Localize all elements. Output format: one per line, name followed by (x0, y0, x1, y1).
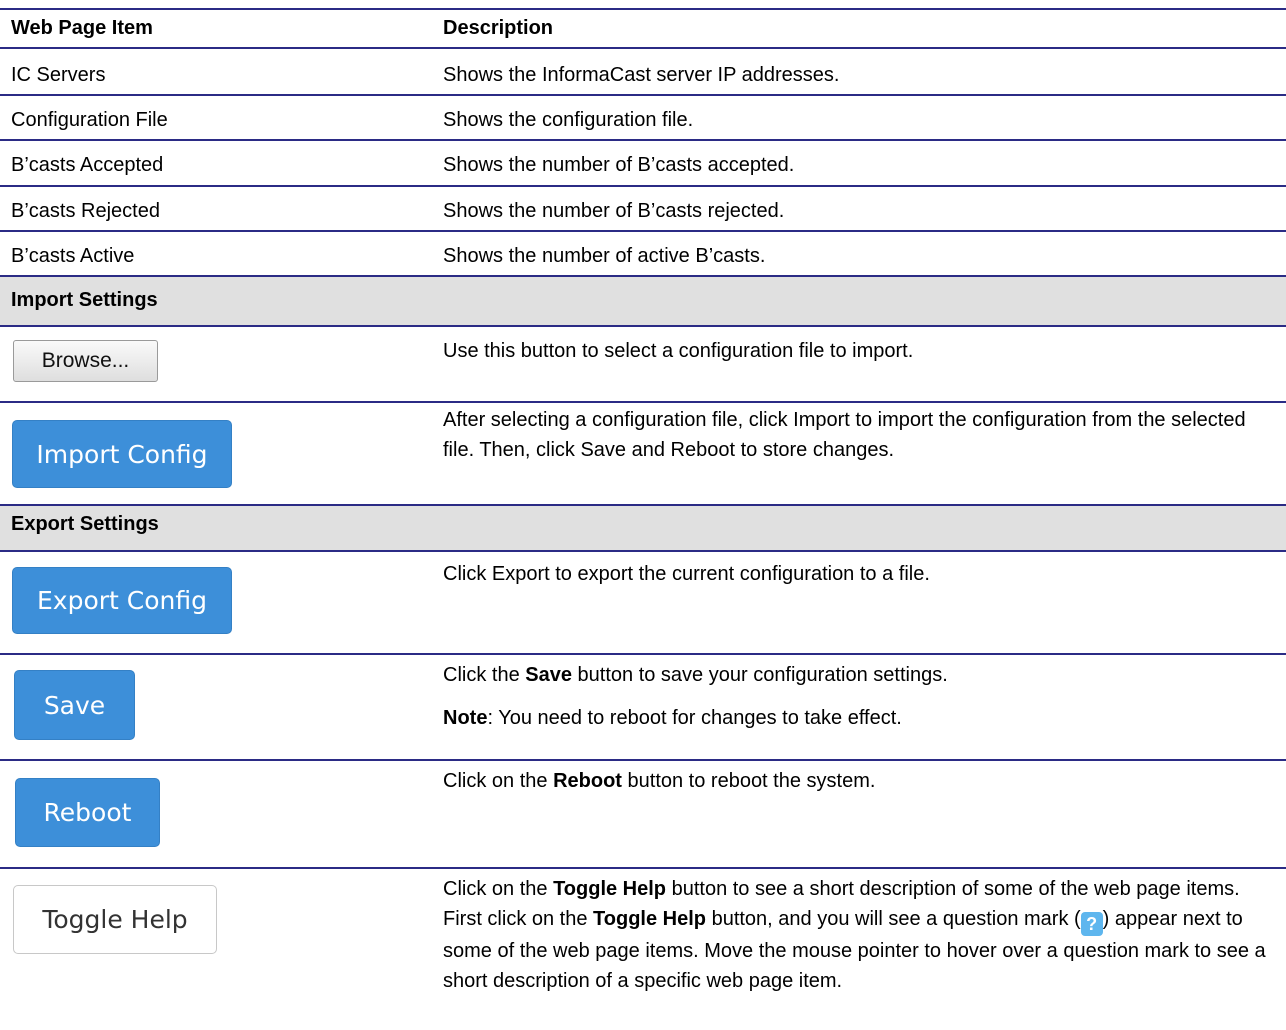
text-run: Click on the (443, 770, 554, 792)
section-header-import: Import Settings (0, 277, 1286, 325)
reboot-description: Click on the Reboot button to reboot the… (443, 769, 875, 793)
section-header-export: Export Settings (0, 506, 1286, 550)
row-divider (0, 94, 1286, 96)
text-run: button to reboot the system. (621, 770, 876, 792)
text-run: button to save your configuration settin… (571, 664, 948, 686)
row-divider (0, 230, 1286, 232)
import-description: After selecting a configuration file, cl… (443, 409, 1246, 461)
table-row-item: B’casts Rejected (11, 200, 160, 222)
row-divider (0, 550, 1286, 552)
export-config-button[interactable]: Export Config (12, 567, 232, 634)
import-config-button[interactable]: Import Config (12, 420, 232, 488)
column-header-item: Web Page Item (11, 17, 153, 39)
text-run-bold: Reboot (553, 770, 622, 792)
table-row-description: Shows the number of B’casts accepted. (443, 154, 795, 176)
note-text: : You need to reboot for changes to take… (487, 707, 902, 729)
export-description: Click Export to export the current confi… (443, 563, 930, 585)
table-row-item: Configuration File (11, 109, 168, 131)
save-button[interactable]: Save (14, 670, 135, 740)
table-row-item: B’casts Active (11, 245, 135, 267)
row-divider (0, 325, 1286, 327)
question-mark-icon: ? (1080, 912, 1103, 936)
text-run: button, and you will see a question mark… (706, 908, 1081, 930)
row-divider (0, 867, 1286, 869)
note-label: Note (443, 707, 488, 729)
row-divider (0, 185, 1286, 187)
text-run-bold: Save (525, 664, 572, 686)
reboot-button[interactable]: Reboot (15, 778, 160, 847)
save-description: Click the Save button to save your confi… (443, 663, 948, 687)
table-row-item: B’casts Accepted (11, 154, 164, 176)
section-title: Export Settings (11, 513, 159, 535)
toggle-help-description: Click on the Toggle Help button to see a… (443, 874, 1279, 996)
text-run-bold: Toggle Help (553, 878, 667, 900)
save-note: Note: You need to reboot for changes to … (443, 706, 902, 730)
browse-button[interactable]: Browse... (13, 340, 158, 382)
section-title: Import Settings (11, 289, 158, 311)
table-row-description: Shows the configuration file. (443, 109, 694, 131)
table-row-description: Shows the number of B’casts rejected. (443, 200, 785, 222)
text-run-bold: Toggle Help (593, 908, 707, 930)
table-row-item: IC Servers (11, 64, 106, 86)
browse-description: Use this button to select a configuratio… (443, 340, 914, 362)
table-row-description: Shows the number of active B’casts. (443, 245, 766, 267)
row-divider (0, 401, 1286, 403)
text-run: Click the (443, 664, 526, 686)
row-divider (0, 653, 1286, 655)
column-header-description: Description (443, 17, 554, 39)
toggle-help-button[interactable]: Toggle Help (13, 885, 217, 954)
header-rule (0, 47, 1286, 49)
table-row-description: Shows the InformaCast server IP addresse… (443, 64, 840, 86)
table-top-rule (0, 8, 1286, 10)
row-divider (0, 759, 1286, 761)
text-run: Click on the (443, 878, 554, 900)
row-divider (0, 139, 1286, 141)
